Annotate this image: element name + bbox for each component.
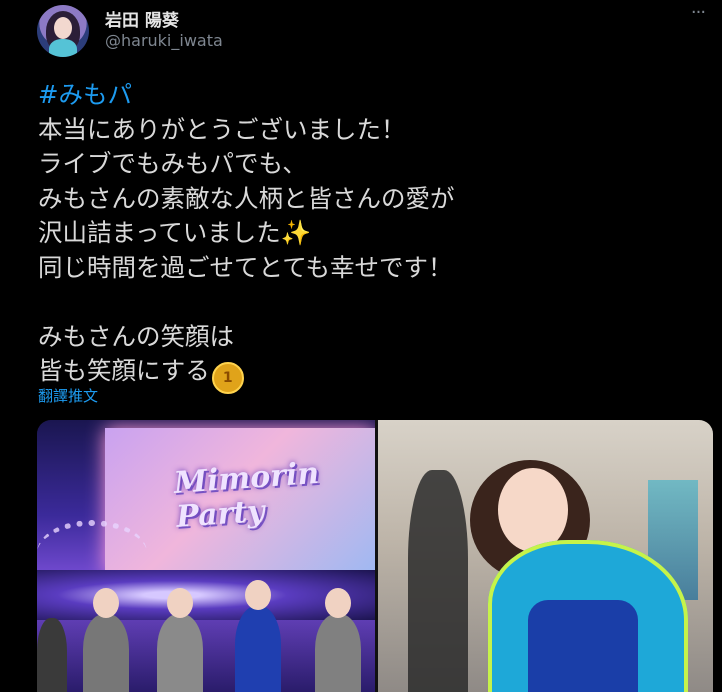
performer bbox=[235, 580, 281, 692]
tweet-line: みもさんの笑顔は bbox=[38, 321, 234, 351]
performer bbox=[315, 588, 361, 692]
tweet-line: 沢山詰まっていました bbox=[38, 218, 281, 247]
performer-dress bbox=[528, 600, 638, 692]
performer-head bbox=[325, 588, 351, 618]
avatar-face bbox=[54, 17, 72, 39]
author-handle[interactable]: @haruki_iwata bbox=[105, 31, 223, 50]
stage-screen-text: Mimorin Party bbox=[172, 455, 321, 535]
tweet-line: みもさんの素敵な人柄と皆さんの愛が bbox=[38, 183, 455, 213]
sparkles-emoji-icon: ✨ bbox=[280, 218, 312, 247]
performer-head bbox=[167, 588, 193, 618]
photo-stage-group[interactable]: Mimorin Party bbox=[37, 420, 375, 692]
performer bbox=[157, 588, 203, 692]
translate-tweet-link[interactable]: 翻譯推文 bbox=[38, 385, 98, 406]
tweet-card: 岩田 陽葵 @haruki_iwata ··· #みもパ 本当にありがとうござい… bbox=[0, 0, 722, 692]
tweet-line: ライブでもみもパでも、 bbox=[38, 149, 307, 178]
photo-smiling-performer[interactable] bbox=[378, 420, 713, 692]
author-display-name[interactable]: 岩田 陽葵 bbox=[105, 6, 179, 31]
tweet-line-with-emoji: 沢山詰まっていました✨ bbox=[38, 216, 688, 251]
hashtag-link[interactable]: #みもパ bbox=[38, 78, 688, 113]
performer-head bbox=[93, 588, 119, 618]
avatar[interactable] bbox=[37, 5, 89, 57]
avatar-dress bbox=[49, 39, 77, 57]
tweet-text: #みもパ 本当にありがとうございました！ ライブでもみもパでも、 みもさんの素敵… bbox=[38, 78, 688, 394]
performer bbox=[37, 618, 67, 692]
tweet-line-with-emoji: 皆も笑顔にする 1 bbox=[38, 354, 688, 394]
first-place-medal-icon: 1 bbox=[211, 362, 244, 394]
stage-floor bbox=[37, 570, 375, 620]
tweet-line: 本当にありがとうございました！ bbox=[38, 114, 406, 144]
background-person bbox=[408, 470, 468, 692]
tweet-line: 皆も笑顔にする bbox=[38, 356, 210, 385]
more-options-icon[interactable]: ··· bbox=[684, 0, 712, 26]
performer-face bbox=[498, 468, 568, 552]
tweet-line: 同じ時間を過ごせてとても幸せです！ bbox=[38, 252, 453, 282]
performer-head bbox=[245, 580, 271, 610]
performer bbox=[83, 588, 129, 692]
media-grid: Mimorin Party bbox=[37, 420, 713, 692]
